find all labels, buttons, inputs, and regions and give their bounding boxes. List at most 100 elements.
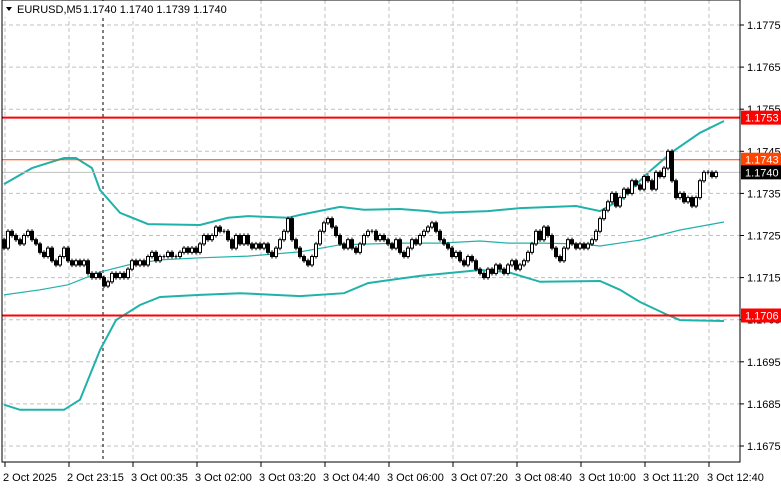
candle-body-bull xyxy=(602,209,606,220)
candle-body-bear xyxy=(402,251,406,258)
candle-body-bear xyxy=(646,176,650,182)
candle-body-bull xyxy=(362,235,366,245)
candle xyxy=(450,246,454,259)
candle-body-bull xyxy=(26,230,30,236)
candle-body-bull xyxy=(158,256,162,262)
candle-body-bear xyxy=(170,251,174,258)
candle-body-bull xyxy=(94,272,98,279)
candle xyxy=(202,233,206,247)
candle-body-bull xyxy=(62,247,66,258)
candle-body-bear xyxy=(350,239,354,249)
candle-body-bear xyxy=(550,235,554,249)
candle xyxy=(330,216,334,230)
candle-body-bear xyxy=(374,230,378,241)
candle-body-bull xyxy=(494,264,498,274)
candle-body-bear xyxy=(658,171,662,178)
price-tick-label: 1.1725 xyxy=(747,231,781,243)
candle-body-bull xyxy=(426,226,430,232)
candle xyxy=(606,199,610,213)
candle xyxy=(30,229,34,242)
candle xyxy=(614,191,618,209)
candle-body-bull xyxy=(150,251,154,258)
candle xyxy=(618,195,622,209)
candle-body-bull xyxy=(366,230,370,236)
candle-body-bear xyxy=(226,230,230,241)
candle-body-bear xyxy=(614,192,618,207)
candle-body-bull xyxy=(310,256,314,266)
candle-body-bull xyxy=(562,247,566,262)
candle-body-bear xyxy=(498,264,502,270)
candle-body-bear xyxy=(514,260,518,270)
candle-body-bear xyxy=(442,239,446,245)
candle-body-bull xyxy=(46,247,50,258)
candle-body-bear xyxy=(390,243,394,249)
candle-body-bull xyxy=(510,260,514,266)
candle-body-bear xyxy=(554,247,558,258)
time-tick-label: 2 Oct 23:15 xyxy=(67,472,124,484)
candle-body-bull xyxy=(58,256,62,266)
candle xyxy=(50,246,54,263)
candle xyxy=(318,229,322,247)
candle-body-bear xyxy=(10,230,14,236)
candle xyxy=(234,233,238,251)
time-tick-label: 3 Oct 04:40 xyxy=(323,472,380,484)
candle-body-bull xyxy=(686,197,690,203)
candle-body-bear xyxy=(382,235,386,241)
candle xyxy=(362,233,366,247)
candle-body-bear xyxy=(574,243,578,249)
candle-body-bear xyxy=(218,226,222,232)
candle-body-bull xyxy=(618,197,622,207)
candle-body-bear xyxy=(306,260,310,266)
candle-body-bull xyxy=(314,243,318,258)
candle-body-bear xyxy=(338,235,342,245)
candle-body-bull xyxy=(430,222,434,228)
candle-body-bull xyxy=(418,235,422,245)
candle xyxy=(246,233,250,247)
candle xyxy=(62,246,66,259)
candle xyxy=(146,254,150,268)
candle xyxy=(274,246,278,259)
candle-body-bear xyxy=(502,268,506,274)
candle xyxy=(290,216,294,242)
candle xyxy=(662,166,666,179)
candle xyxy=(666,149,670,171)
candle xyxy=(6,229,10,251)
candle-body-bull xyxy=(406,247,410,258)
time-tick-label: 3 Oct 02:00 xyxy=(195,472,252,484)
price-tick-label: 1.1775 xyxy=(747,20,781,32)
candle xyxy=(438,229,442,242)
candle-body-bull xyxy=(410,239,414,249)
candle xyxy=(86,258,90,276)
price-chart[interactable]: 1.17751.17651.17551.17451.17351.17251.17… xyxy=(0,0,781,489)
time-tick-label: 3 Oct 06:00 xyxy=(387,472,444,484)
candle-body-bull xyxy=(118,272,122,279)
candle-body-bear xyxy=(18,239,22,245)
candle-body-bull xyxy=(666,150,670,169)
candle-body-bear xyxy=(582,243,586,249)
candle xyxy=(126,267,130,280)
candle-body-bear xyxy=(258,243,262,249)
candle xyxy=(694,195,698,209)
candle-body-bear xyxy=(34,239,38,245)
candle-body-bear xyxy=(398,239,402,253)
candle-body-bear xyxy=(238,235,242,245)
candle xyxy=(350,237,354,251)
candle-body-bear xyxy=(186,247,190,253)
level-label-bid: 1.1740 xyxy=(745,167,779,179)
candle xyxy=(702,170,706,183)
candle-body-bull xyxy=(130,260,134,270)
candle-body-bear xyxy=(674,180,678,199)
candle-body-bull xyxy=(182,247,186,253)
candle-body-bull xyxy=(22,235,26,245)
candle-body-bear xyxy=(558,256,562,262)
candle-body-bull xyxy=(654,171,658,190)
candle-body-bull xyxy=(198,243,202,253)
candle-body-bear xyxy=(330,218,334,228)
candle-body-bear xyxy=(470,256,474,262)
price-tick-label: 1.1765 xyxy=(747,62,781,74)
candle-body-bull xyxy=(126,268,130,279)
candle-body-bear xyxy=(90,272,94,279)
candle-body-bull xyxy=(606,201,610,211)
candle-body-bear xyxy=(30,230,34,241)
candle-body-bull xyxy=(630,180,634,194)
